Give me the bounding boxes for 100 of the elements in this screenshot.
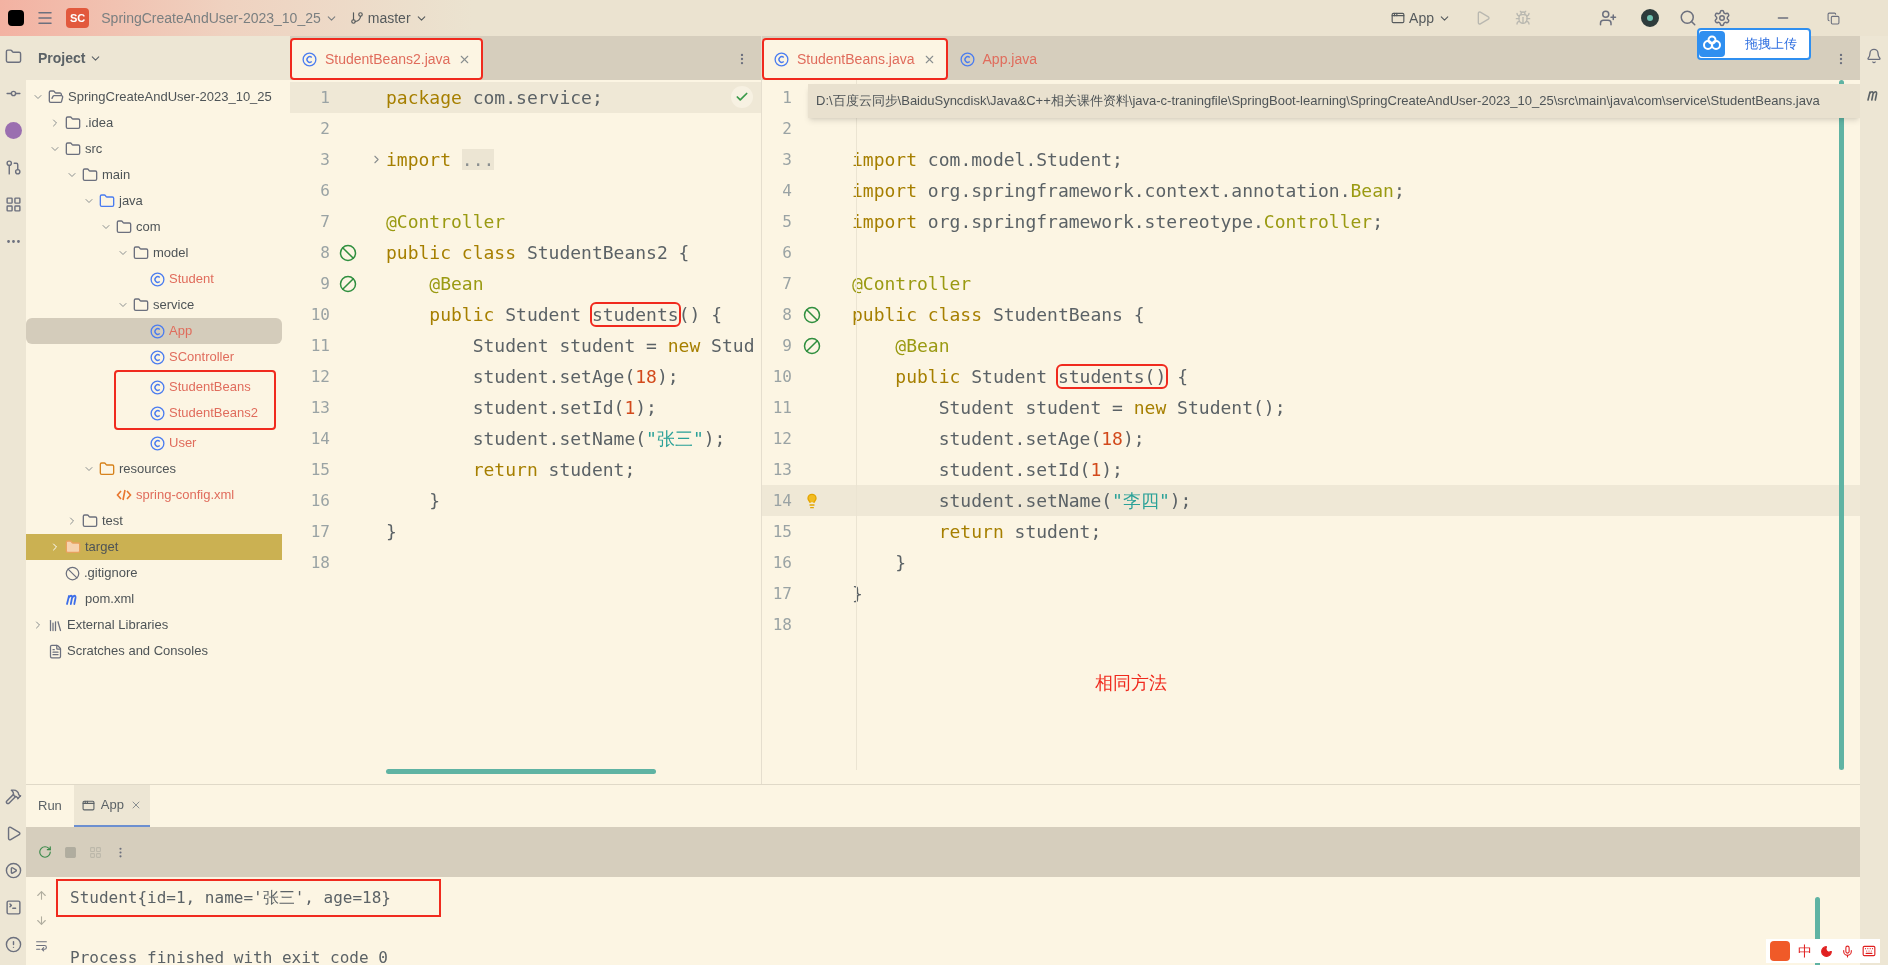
tree-item[interactable]: Scratches and Consoles xyxy=(26,638,282,664)
tree-item[interactable]: resources xyxy=(26,456,282,482)
moon-icon[interactable] xyxy=(1820,944,1833,958)
line-number: 9 xyxy=(781,334,792,357)
code-line: @Bean xyxy=(894,334,950,358)
notifications-icon[interactable] xyxy=(1866,48,1882,64)
line-number: 9 xyxy=(319,272,330,295)
add-user-icon[interactable] xyxy=(1599,9,1617,27)
tree-item[interactable]: Student xyxy=(26,266,282,292)
code-line: import com.model.Student; xyxy=(852,148,1123,172)
class-icon xyxy=(150,379,165,395)
bean-gutter-icon[interactable] xyxy=(339,274,357,293)
restore-icon[interactable] xyxy=(1827,11,1840,25)
editor-tab[interactable]: StudentBeans2.java xyxy=(290,38,484,80)
code-line: Student student = new Stud xyxy=(471,334,755,358)
upload-button[interactable]: 拖拽上传 xyxy=(1697,28,1811,60)
run-config-selector[interactable]: App xyxy=(1391,7,1451,29)
line-number: 11 xyxy=(771,396,792,419)
tree-item[interactable]: SController xyxy=(26,344,282,370)
tree-item[interactable]: StudentBeans2 xyxy=(116,400,262,426)
class-icon xyxy=(150,435,165,451)
bean-gutter-icon[interactable] xyxy=(803,305,821,324)
code-line: @Bean xyxy=(428,272,484,296)
vertical-scrollbar[interactable] xyxy=(1839,80,1844,770)
problems-icon[interactable] xyxy=(4,936,22,953)
settings-icon[interactable] xyxy=(1713,9,1731,27)
line-number: 10 xyxy=(771,365,792,388)
package-icon xyxy=(116,219,132,235)
line-number: 16 xyxy=(309,489,330,512)
tree-item[interactable]: spring-config.xml xyxy=(26,482,282,508)
tree-item[interactable]: StudentBeans xyxy=(116,374,262,400)
build-icon[interactable] xyxy=(4,788,22,805)
run-tab[interactable]: App xyxy=(73,785,150,827)
search-icon[interactable] xyxy=(1679,9,1697,27)
tree-item[interactable]: src xyxy=(26,136,282,162)
structure-icon[interactable] xyxy=(4,196,22,213)
line-number: 14 xyxy=(771,489,792,512)
line-number: 1 xyxy=(319,86,330,109)
tree-item[interactable]: java xyxy=(26,188,282,214)
debug-icon[interactable] xyxy=(1515,10,1531,26)
project-tool-icon[interactable] xyxy=(4,48,22,65)
line-number: 1 xyxy=(781,86,792,109)
close-icon[interactable] xyxy=(130,799,142,811)
line-number: 2 xyxy=(319,117,330,140)
class-icon xyxy=(150,349,165,365)
scroll-up-icon[interactable] xyxy=(34,889,48,902)
code-line: student.setAge(18); xyxy=(471,365,679,389)
panel-title-dropdown[interactable]: Project xyxy=(38,47,103,69)
line-number: 14 xyxy=(309,427,330,450)
menu-icon[interactable] xyxy=(36,9,54,27)
run-icon[interactable] xyxy=(1475,10,1491,26)
line-number: 8 xyxy=(781,303,792,326)
bean-gutter-icon[interactable] xyxy=(339,243,357,262)
class-icon xyxy=(150,405,165,421)
scroll-down-icon[interactable] xyxy=(34,914,48,927)
line-number: 15 xyxy=(771,520,792,543)
code-line: public Student students() { xyxy=(894,365,1188,389)
line-number: 17 xyxy=(771,582,792,605)
ime-mode-label[interactable]: 中 xyxy=(1798,940,1812,962)
tree-item[interactable]: pom.xml xyxy=(26,586,282,612)
project-badge: SC xyxy=(66,7,90,29)
tree-item[interactable]: com xyxy=(26,214,282,240)
class-icon xyxy=(302,51,317,67)
ignored-file-icon xyxy=(65,565,80,581)
tree-item[interactable]: .idea xyxy=(26,110,282,136)
line-number: 7 xyxy=(781,272,792,295)
keyboard-icon[interactable] xyxy=(1862,944,1876,958)
class-icon xyxy=(150,323,165,339)
tree-item[interactable]: External Libraries xyxy=(26,612,282,638)
horizontal-scrollbar[interactable] xyxy=(386,769,656,774)
line-number: 8 xyxy=(319,241,330,264)
tree-item[interactable]: test xyxy=(26,508,282,534)
branch-icon xyxy=(349,11,364,25)
bulb-icon[interactable] xyxy=(804,492,820,509)
code-line: } xyxy=(428,489,441,513)
microphone-icon[interactable] xyxy=(1841,944,1854,958)
services-icon[interactable] xyxy=(4,862,22,879)
line-number: 4 xyxy=(781,179,792,202)
tree-item[interactable]: model xyxy=(26,240,282,266)
line-number: 18 xyxy=(309,551,330,574)
terminal-icon[interactable] xyxy=(4,899,22,916)
editor-tab[interactable]: StudentBeans.java xyxy=(762,38,948,80)
code-line: import org.springframework.context.annotation.Bean; xyxy=(852,179,1405,203)
pull-request-icon[interactable] xyxy=(4,159,22,176)
code-line: public Student students() { xyxy=(428,303,722,327)
plugin-avatar-icon[interactable] xyxy=(4,122,22,139)
tree-item[interactable]: main xyxy=(26,162,282,188)
tree-item[interactable]: User xyxy=(26,430,282,456)
module-folder-icon xyxy=(48,89,64,105)
wrap-icon[interactable] xyxy=(34,939,48,952)
tree-item[interactable]: SpringCreateAndUser-2023_10_25 xyxy=(26,84,282,110)
branch-selector[interactable]: master xyxy=(349,7,428,29)
line-number: 12 xyxy=(771,427,792,450)
tree-item[interactable]: .gitignore xyxy=(26,560,282,586)
tree-item[interactable]: target xyxy=(26,534,282,560)
tree-item[interactable]: service xyxy=(26,292,282,318)
bean-gutter-icon[interactable] xyxy=(803,336,821,355)
line-number: 6 xyxy=(781,241,792,264)
rerun-icon[interactable] xyxy=(38,845,52,859)
project-name-dropdown[interactable]: SpringCreateAndUser-2023_10_25 xyxy=(101,7,338,29)
